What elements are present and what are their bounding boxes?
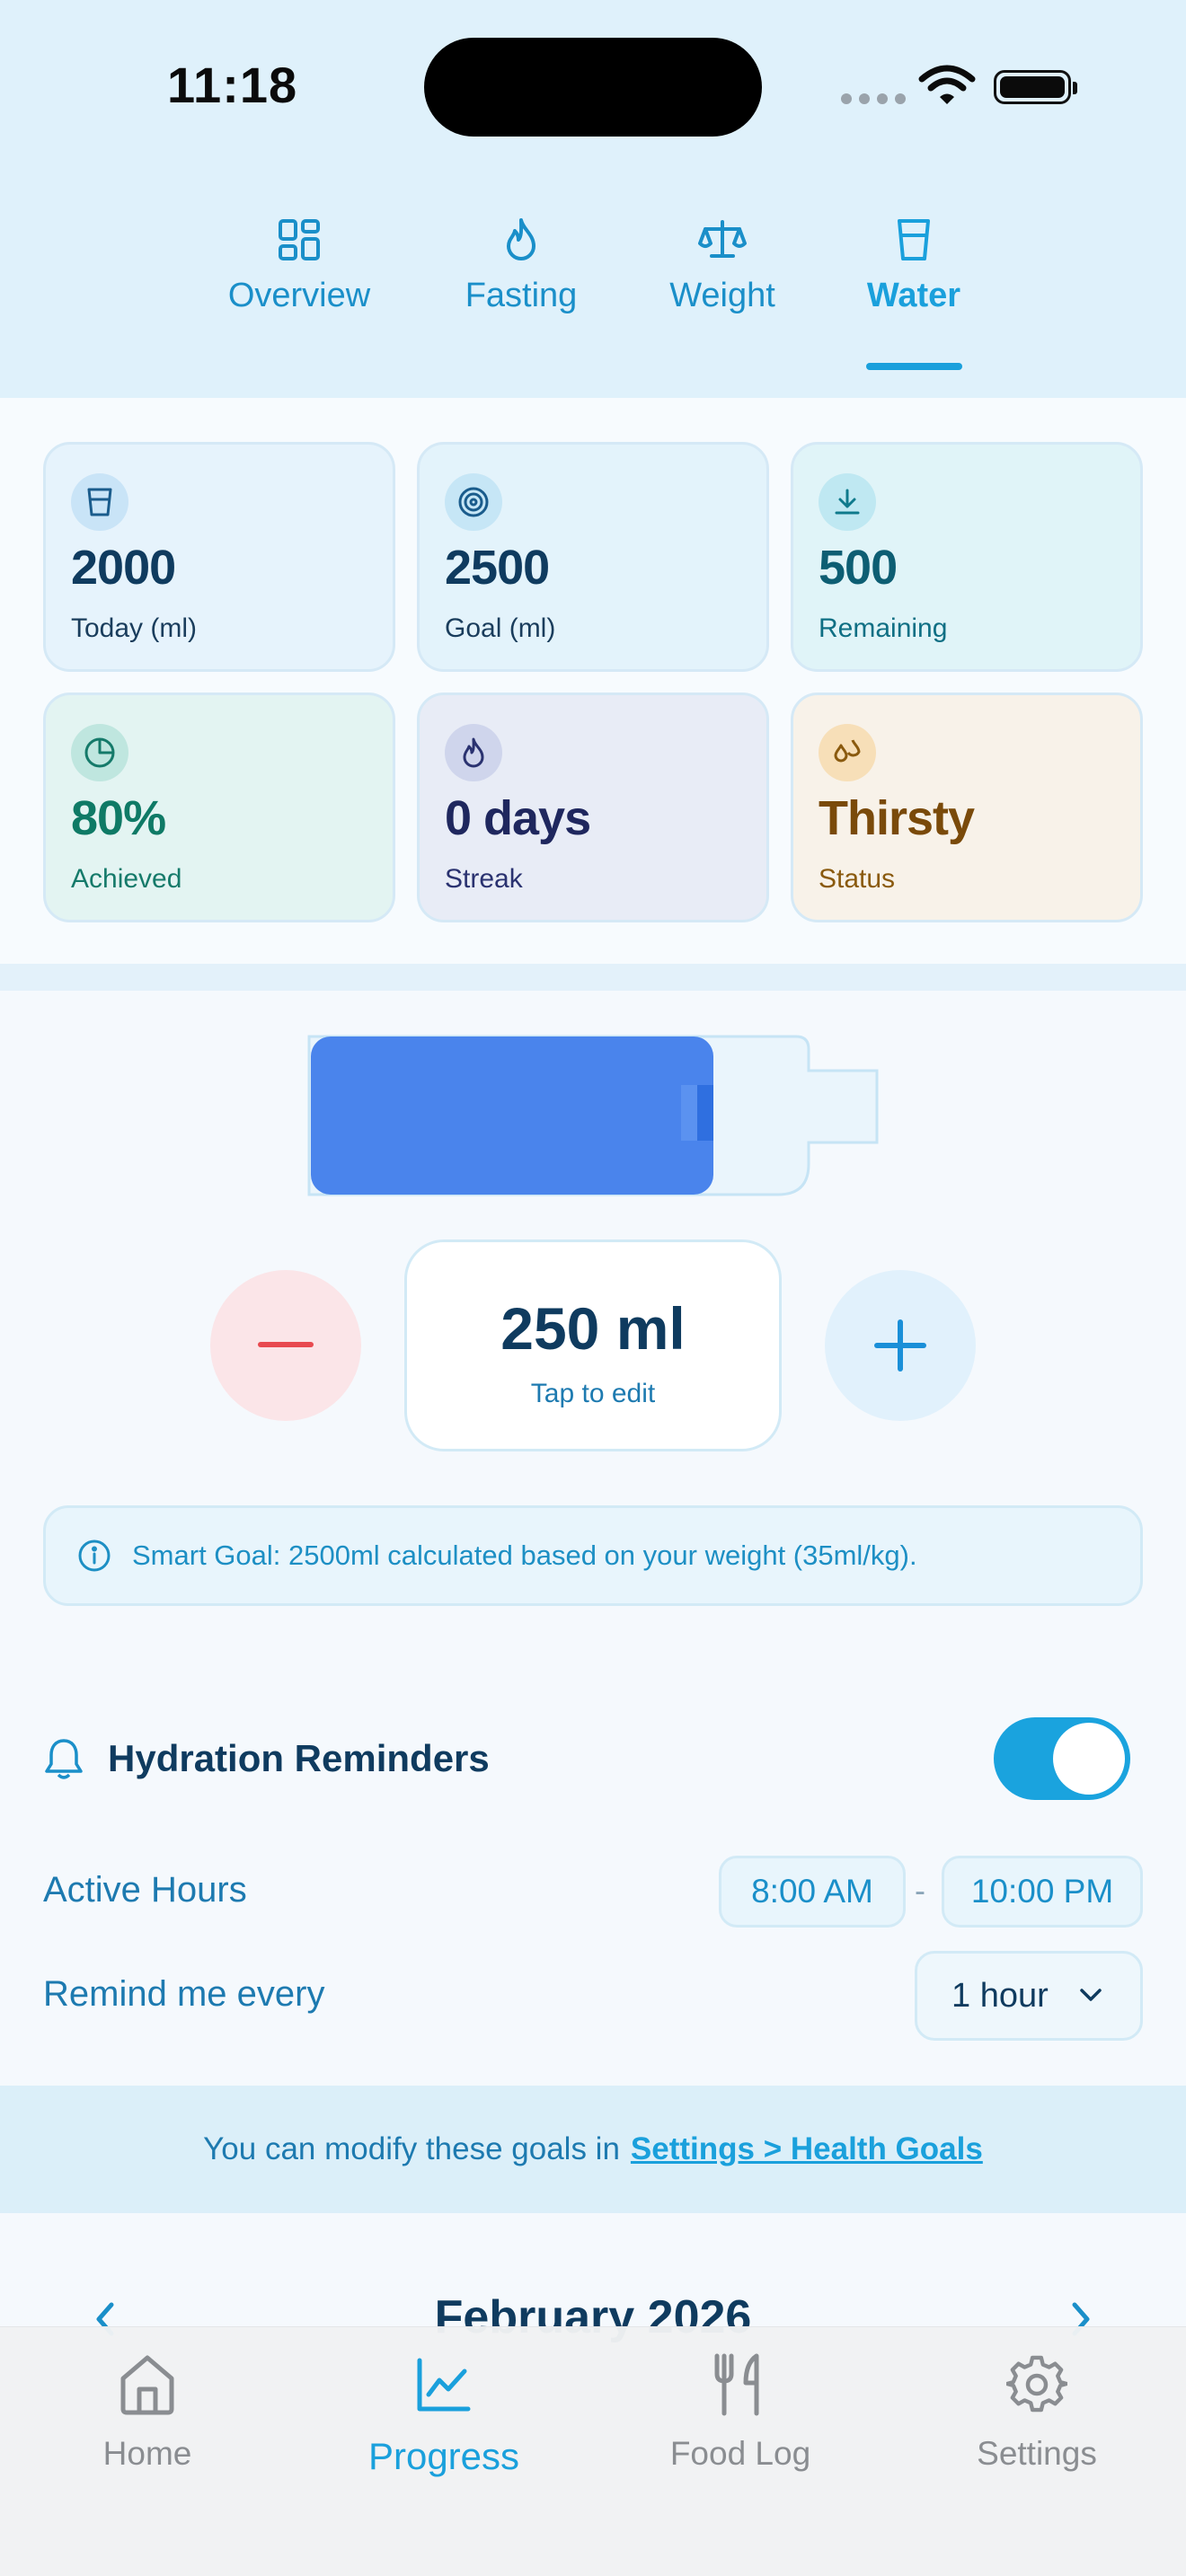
stat-card-achieved: 80% Achieved (43, 693, 395, 922)
nav-home[interactable]: Home (49, 2351, 246, 2473)
active-hours-label: Active Hours (43, 1870, 247, 1910)
nav-settings[interactable]: Settings (938, 2351, 1136, 2473)
flame-icon (507, 218, 535, 260)
bell-icon (45, 1739, 83, 1779)
active-tab-indicator (866, 363, 962, 370)
signal-icon (841, 93, 906, 104)
end-time-button[interactable]: 10:00 PM (942, 1856, 1143, 1928)
stat-card-streak: 0 days Streak (417, 693, 769, 922)
goals-note-text: You can modify these goals in (203, 2131, 620, 2166)
stat-value: 80% (71, 791, 166, 845)
nav-progress[interactable]: Progress (345, 2351, 543, 2478)
flame-icon (445, 724, 502, 781)
section-divider (0, 964, 1186, 991)
amount-hint: Tap to edit (530, 1379, 656, 1408)
download-icon (819, 473, 876, 531)
bottle-water-fill (311, 1037, 713, 1195)
tab-label: Water (866, 277, 961, 314)
stat-label: Streak (445, 864, 523, 894)
tab-fasting[interactable]: Fasting (460, 214, 582, 315)
chart-line-icon (417, 2358, 471, 2412)
stat-card-goal: 2500 Goal (ml) (417, 442, 769, 672)
stats-grid: 2000 Today (ml) 2500 Goal (ml) 500 Remai… (0, 398, 1186, 964)
stat-label: Achieved (71, 864, 182, 894)
stat-value: Thirsty (819, 791, 975, 845)
dynamic-island (424, 38, 762, 137)
stat-value: 2000 (71, 541, 176, 595)
nav-label: Home (102, 2435, 192, 2472)
calendar-header: February 2026 (0, 2281, 1186, 2343)
nav-label: Settings (977, 2435, 1097, 2472)
wifi-icon (918, 65, 976, 104)
tab-label: Overview (227, 277, 371, 314)
decrease-amount-button[interactable] (210, 1270, 361, 1421)
bottom-nav: Home Progress Food Log Settings (0, 2326, 1186, 2576)
toggle-knob (1053, 1723, 1125, 1795)
reminders-toggle[interactable] (994, 1717, 1130, 1800)
nav-label: Food Log (669, 2435, 811, 2472)
time-separator: - (915, 1872, 925, 1909)
header: 11:18 Overview Fasting Weight Water (0, 0, 1186, 398)
grid-icon (279, 219, 320, 260)
tab-water[interactable]: Water (857, 214, 970, 315)
section-tabs: Overview Fasting Weight Water (0, 214, 1186, 393)
interval-value: 1 hour (951, 1976, 1049, 2015)
stat-label: Goal (ml) (445, 613, 556, 643)
stat-label: Remaining (819, 613, 948, 643)
tab-label: Weight (669, 277, 775, 314)
stat-card-today: 2000 Today (ml) (43, 442, 395, 672)
gear-icon (1006, 2355, 1067, 2413)
stat-label: Status (819, 864, 896, 894)
stat-value: 0 days (445, 791, 591, 845)
info-icon (78, 1539, 111, 1572)
home-icon (120, 2355, 174, 2415)
tab-label: Fasting (465, 277, 578, 314)
tab-weight[interactable]: Weight (659, 214, 785, 315)
status-time: 11:18 (167, 57, 298, 113)
stat-card-status: Thirsty Status (791, 693, 1143, 922)
droplets-icon (819, 724, 876, 781)
target-icon (445, 473, 502, 531)
glass-icon (898, 219, 930, 260)
nav-food-log[interactable]: Food Log (642, 2351, 839, 2473)
pie-chart-icon (71, 724, 128, 781)
goals-note: You can modify these goals in Settings >… (0, 2086, 1186, 2213)
water-bottle (307, 1035, 879, 1196)
tab-overview[interactable]: Overview (223, 214, 376, 315)
stat-value: 500 (819, 541, 898, 595)
scale-icon (698, 220, 747, 258)
stat-card-remaining: 500 Remaining (791, 442, 1143, 672)
start-time-button[interactable]: 8:00 AM (719, 1856, 906, 1928)
stat-label: Today (ml) (71, 613, 198, 643)
chevron-down-icon (1080, 1989, 1102, 2001)
stat-value: 2500 (445, 541, 550, 595)
increase-amount-button[interactable] (825, 1270, 976, 1421)
amount-display[interactable]: 250 ml Tap to edit (404, 1239, 782, 1451)
battery-icon (994, 70, 1077, 104)
utensils-icon (714, 2353, 759, 2416)
smart-goal-info: Smart Goal: 2500ml calculated based on y… (43, 1505, 1143, 1606)
smart-goal-text: Smart Goal: 2500ml calculated based on y… (132, 1539, 917, 1571)
nav-label: Progress (367, 2435, 520, 2477)
health-goals-link[interactable]: Settings > Health Goals (631, 2131, 983, 2167)
reminders-title: Hydration Reminders (108, 1737, 490, 1779)
minus-icon (258, 1342, 314, 1347)
plus-icon (874, 1319, 926, 1372)
interval-label: Remind me every (43, 1974, 325, 2014)
amount-value: 250 ml (500, 1295, 686, 1362)
glass-icon (71, 473, 128, 531)
interval-select[interactable]: 1 hour (915, 1951, 1143, 2041)
